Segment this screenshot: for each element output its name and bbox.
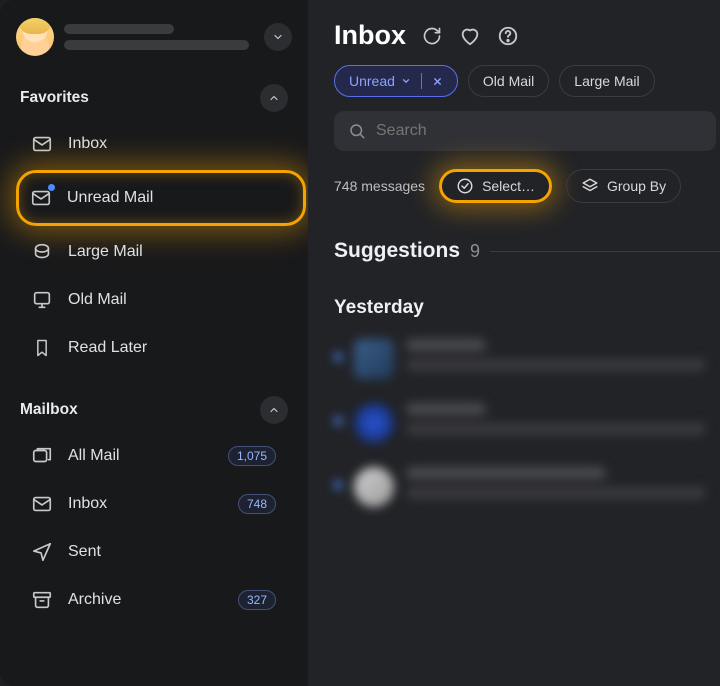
package-icon [30,240,54,264]
list-item[interactable] [334,403,720,443]
sidebar-item-label: Read Later [68,339,147,357]
header-row: Inbox [334,20,720,51]
layers-icon [581,177,599,195]
check-circle-icon [456,177,474,195]
chip-label: Old Mail [483,73,534,89]
sidebar-item-label: All Mail [68,447,120,465]
unread-dot-icon [334,353,342,361]
unread-dot-icon [334,481,342,489]
chevron-up-icon [268,404,280,416]
message-count-text: 748 messages [334,178,425,194]
all-mail-icon [30,444,54,468]
refresh-button[interactable] [420,24,444,48]
suggestions-header: Suggestions 9 [334,239,720,263]
archive-icon [30,588,54,612]
favorites-title: Favorites [20,89,89,107]
main-panel: Inbox Unread [308,0,720,686]
sidebar-item-large-mail[interactable]: Large Mail [20,230,288,274]
filter-chip-large-mail[interactable]: Large Mail [559,65,654,97]
heart-icon [459,25,481,47]
envelope-icon [30,132,54,156]
sender-avatar [354,339,394,379]
envelope-dot-icon [29,186,53,210]
divider [490,251,720,252]
paper-plane-icon [30,540,54,564]
help-icon [497,25,519,47]
sidebar-item-read-later[interactable]: Read Later [20,326,288,370]
chip-separator [421,73,422,89]
help-button[interactable] [496,24,520,48]
sidebar-item-sent[interactable]: Sent [20,530,288,574]
chevron-down-icon [401,76,411,86]
list-item[interactable] [334,339,720,379]
mailbox-collapse-button[interactable] [260,396,288,424]
sender-avatar [354,467,394,507]
envelope-icon [30,492,54,516]
refresh-icon [422,26,442,46]
sidebar-item-old-mail[interactable]: Old Mail [20,278,288,322]
profile-expand-button[interactable] [264,23,292,51]
favorites-section: Favorites Inbox [0,70,308,374]
filter-chip-unread[interactable]: Unread [334,65,458,97]
bookmark-icon [30,336,54,360]
search-bar[interactable] [334,111,716,151]
favorites-list: Inbox Unread Mail Large Mail [14,118,294,372]
screen-icon [30,288,54,312]
message-toolbar: 748 messages Select… Group By [334,169,720,203]
suggestions-title: Suggestions [334,239,460,263]
sidebar-item-label: Sent [68,543,101,561]
sidebar-item-inbox[interactable]: Inbox [20,122,288,166]
favorites-collapse-button[interactable] [260,84,288,112]
chip-label: Large Mail [574,73,639,89]
mailbox-section: Mailbox All Mail 1,075 [0,382,308,626]
sidebar-item-label: Archive [68,591,121,609]
chip-label: Unread [349,73,395,89]
count-badge: 1,075 [228,446,276,466]
sidebar-item-all-mail[interactable]: All Mail 1,075 [20,434,288,478]
close-icon[interactable] [432,76,443,87]
sender-avatar [354,403,394,443]
sidebar: Favorites Inbox [0,0,308,686]
profile-row [0,10,308,70]
sidebar-item-label: Inbox [68,135,107,153]
suggestions-count: 9 [470,241,480,262]
avatar[interactable] [16,18,54,56]
count-badge: 748 [238,494,276,514]
sidebar-item-mailbox-inbox[interactable]: Inbox 748 [20,482,288,526]
search-icon [348,122,366,140]
chevron-down-icon [272,31,284,43]
mailbox-title: Mailbox [20,401,78,419]
count-badge: 327 [238,590,276,610]
message-list-blurred [334,339,720,507]
select-button[interactable]: Select… [439,169,552,203]
sidebar-item-unread-mail[interactable]: Unread Mail [16,170,306,226]
sidebar-item-archive[interactable]: Archive 327 [20,578,288,622]
sidebar-item-label: Unread Mail [67,189,153,207]
group-by-label: Group By [607,178,666,194]
page-title: Inbox [334,20,406,51]
sidebar-item-label: Inbox [68,495,107,513]
search-input[interactable] [376,122,702,140]
list-item[interactable] [334,467,720,507]
filter-chip-old-mail[interactable]: Old Mail [468,65,549,97]
filter-chips-row: Unread Old Mail Large Mail [334,65,720,97]
profile-info-redacted [64,24,254,50]
mailbox-list: All Mail 1,075 Inbox 748 Sent [14,430,294,624]
favorite-button[interactable] [458,24,482,48]
date-group-header: Yesterday [334,297,720,319]
group-by-button[interactable]: Group By [566,169,681,203]
chevron-up-icon [268,92,280,104]
select-label: Select… [482,178,535,194]
sidebar-item-label: Old Mail [68,291,127,309]
sidebar-item-label: Large Mail [68,243,143,261]
unread-dot-icon [334,417,342,425]
